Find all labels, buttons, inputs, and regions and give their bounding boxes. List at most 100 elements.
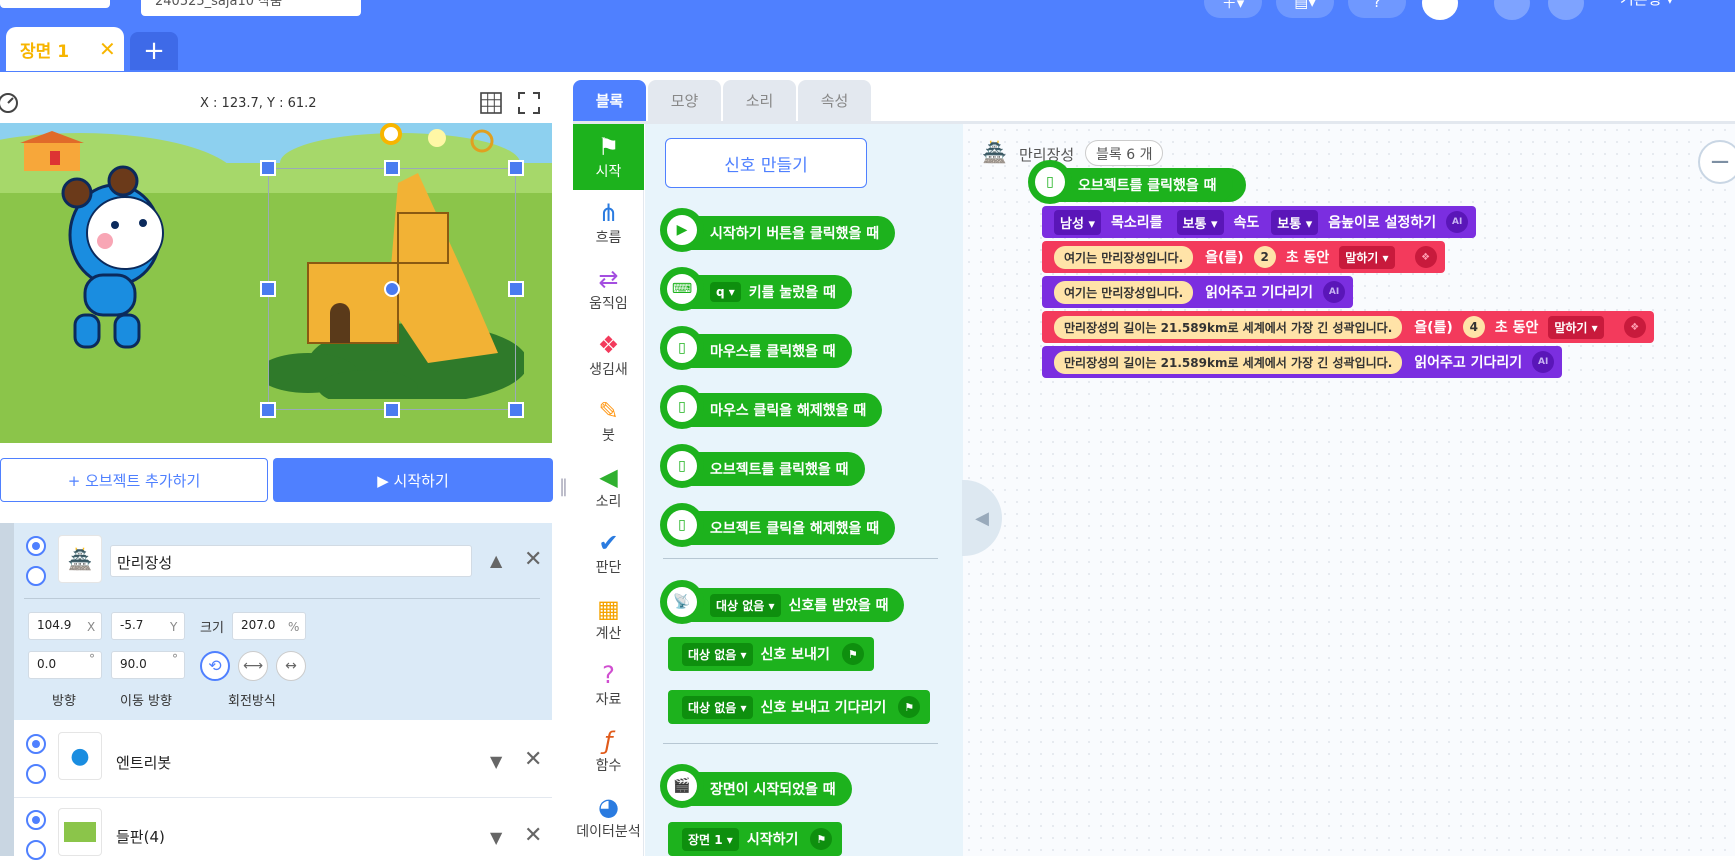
tab-properties[interactable]: 속성 <box>798 80 871 121</box>
signal-dropdown[interactable]: 대상 없음 ▾ <box>710 593 781 617</box>
signal-dropdown[interactable]: 대상 없음 ▾ <box>682 695 753 719</box>
block-start-scene[interactable]: 장면 1 ▾ 시작하기 ⚑ <box>668 822 843 856</box>
speaker-icon: ◀ <box>599 463 618 491</box>
block-when-mouse-released[interactable]: ▯ 마우스 클릭을 해제했을 때 <box>660 385 883 429</box>
new-project-button[interactable]: ＋▾ <box>1204 0 1262 18</box>
rotate-horizontal-icon[interactable]: ⟷ <box>238 651 268 681</box>
category-brush[interactable]: ✎ 붓 <box>573 388 644 454</box>
text-input[interactable]: 만리장성의 길이는 21.589km로 세계에서 가장 긴 성곽입니다. <box>1054 350 1403 374</box>
block-set-voice[interactable]: 남성 ▾ 목소리를 보통 ▾ 속도 보통 ▾ 음높이로 설정하기 AI <box>1042 206 1477 238</box>
close-icon[interactable]: ✕ <box>99 37 116 61</box>
tab-blocks[interactable]: 블록 <box>573 80 646 121</box>
eye-icon[interactable] <box>26 536 46 556</box>
resize-handle[interactable] <box>508 402 524 418</box>
fullscreen-icon[interactable] <box>518 92 540 114</box>
block-read-and-wait[interactable]: 여기는 만리장성입니다. 읽어주고 기다리기 AI <box>1042 276 1354 308</box>
check-icon: ✔ <box>598 529 619 557</box>
category-motion[interactable]: ⇄ 움직임 <box>573 256 644 322</box>
block-when-start-clicked[interactable]: ▶ 시작하기 버튼을 클릭했을 때 <box>660 208 896 252</box>
text-input[interactable]: 만리장성의 길이는 21.589km로 세계에서 가장 긴 성곽입니다. <box>1054 315 1403 339</box>
resize-handle[interactable] <box>260 402 276 418</box>
resize-handle[interactable] <box>260 281 276 297</box>
zoom-out-button[interactable]: − <box>1698 140 1735 184</box>
block-when-scene-starts[interactable]: 🎬 장면이 시작되었을 때 <box>660 764 852 808</box>
help-button[interactable]: ? <box>1348 0 1406 18</box>
entry-logo[interactable] <box>0 0 110 8</box>
eye-icon[interactable] <box>26 810 46 830</box>
add-scene-button[interactable]: + <box>130 32 178 70</box>
block-when-object-clicked[interactable]: ▯ 오브젝트를 클릭했을 때 <box>660 444 865 488</box>
clapper-icon: 🎬 <box>667 771 697 801</box>
seconds-input[interactable]: 4 <box>1462 316 1485 338</box>
resize-handle[interactable] <box>508 160 524 176</box>
block-when-object-released[interactable]: ▯ 오브젝트 클릭을 해제했을 때 <box>660 503 896 547</box>
category-data[interactable]: ? 자료 <box>573 652 644 718</box>
delete-object-icon[interactable]: ✕ <box>524 747 542 772</box>
script-when-object-clicked[interactable]: ▯ 오브젝트를 클릭했을 때 <box>1028 160 1233 204</box>
lock-icon[interactable] <box>26 840 46 860</box>
chevron-up-icon[interactable]: ▲ <box>490 551 502 570</box>
category-judge[interactable]: ✔ 판단 <box>573 520 644 586</box>
category-data-analysis[interactable]: ◕ 데이터분석 <box>573 784 644 850</box>
resize-handle[interactable] <box>260 160 276 176</box>
chevron-down-icon[interactable]: ▼ <box>490 828 502 847</box>
move-direction-label: 이동 방향 <box>120 694 172 709</box>
eye-icon[interactable] <box>26 734 46 754</box>
category-flow[interactable]: ⋔ 흐름 <box>573 190 644 256</box>
speed-dropdown[interactable]: 보통 ▾ <box>1176 209 1224 235</box>
scene-dropdown[interactable]: 장면 1 ▾ <box>682 827 739 851</box>
chevron-down-icon[interactable]: ▼ <box>490 752 502 771</box>
lock-icon[interactable] <box>26 566 46 586</box>
text-input[interactable]: 여기는 만리장성입니다. <box>1054 245 1194 269</box>
resize-handle[interactable] <box>508 281 524 297</box>
say-dropdown[interactable]: 말하기 ▾ <box>1548 315 1604 339</box>
key-dropdown[interactable]: q ▾ <box>710 282 741 302</box>
category-sound[interactable]: ◀ 소리 <box>573 454 644 520</box>
divider <box>24 598 540 599</box>
block-read-and-wait[interactable]: 만리장성의 길이는 21.589km로 세계에서 가장 긴 성곽입니다. 읽어주고… <box>1042 346 1563 378</box>
category-looks[interactable]: ❖ 생김새 <box>573 322 644 388</box>
rotate-free-icon[interactable]: ⟲ <box>200 651 230 681</box>
mode-menu[interactable]: 기본형 ▾ <box>1620 0 1674 9</box>
grid-icon[interactable] <box>480 92 502 114</box>
seconds-input[interactable]: 2 <box>1253 246 1276 268</box>
rotate-none-icon[interactable]: ↔ <box>276 651 306 681</box>
signal-dropdown[interactable]: 대상 없음 ▾ <box>682 642 753 666</box>
project-name-input[interactable]: 240525_saja10 작품 <box>141 0 361 16</box>
tab-shapes[interactable]: 모양 <box>648 80 721 121</box>
block-say-for-seconds[interactable]: 여기는 만리장성입니다. 을(를) 2 초 동안 말하기 ▾ ❖ <box>1042 241 1445 273</box>
add-object-button[interactable]: + 오브젝트 추가하기 <box>0 458 268 502</box>
lock-icon[interactable] <box>26 764 46 784</box>
delete-object-icon[interactable]: ✕ <box>524 823 542 848</box>
palette-separator <box>663 558 938 559</box>
block-send-signal[interactable]: 대상 없음 ▾ 신호 보내기 ⚑ <box>668 637 874 671</box>
block-when-signal-received[interactable]: 📡 대상 없음 ▾ 신호를 받았을 때 <box>660 580 905 624</box>
speed-gauge-icon[interactable] <box>0 92 22 114</box>
tab-sounds[interactable]: 소리 <box>723 80 796 121</box>
start-button[interactable]: ▶ 시작하기 <box>273 458 553 502</box>
scene-tab[interactable]: 장면 1 ✕ <box>6 27 124 71</box>
block-send-signal-and-wait[interactable]: 대상 없음 ▾ 신호 보내고 기다리기 ⚑ <box>668 690 931 724</box>
rotation-handle[interactable] <box>380 123 402 145</box>
voice-dropdown[interactable]: 남성 ▾ <box>1054 209 1101 235</box>
panel-resize-handle[interactable]: ‖ <box>559 476 568 497</box>
object-name-input[interactable]: 만리장성 <box>110 545 472 577</box>
delete-object-icon[interactable]: ✕ <box>524 547 542 572</box>
make-signal-button[interactable]: 신호 만들기 <box>665 138 867 188</box>
say-dropdown[interactable]: 말하기 ▾ <box>1339 245 1395 269</box>
center-point-handle[interactable] <box>384 281 400 297</box>
block-when-key-pressed[interactable]: ⌨ q ▾ 키를 눌렀을 때 <box>660 267 852 311</box>
text-input[interactable]: 여기는 만리장성입니다. <box>1054 280 1194 304</box>
file-menu-button[interactable]: ▤▾ <box>1276 0 1334 18</box>
category-start[interactable]: ⚑ 시작 <box>573 124 644 190</box>
stage-canvas[interactable] <box>0 123 552 443</box>
block-when-mouse-clicked[interactable]: ▯ 마우스를 클릭했을 때 <box>660 326 852 370</box>
flag-icon: ⚑ <box>841 643 864 665</box>
category-calc[interactable]: ▦ 계산 <box>573 586 644 652</box>
entrybot-sprite[interactable] <box>55 165 175 365</box>
block-say-for-seconds[interactable]: 만리장성의 길이는 21.589km로 세계에서 가장 긴 성곽입니다. 을(를)… <box>1042 311 1654 343</box>
pitch-dropdown[interactable]: 보통 ▾ <box>1271 209 1319 235</box>
category-function[interactable]: ƒ 함수 <box>573 718 644 784</box>
resize-handle[interactable] <box>384 160 400 176</box>
resize-handle[interactable] <box>384 402 400 418</box>
